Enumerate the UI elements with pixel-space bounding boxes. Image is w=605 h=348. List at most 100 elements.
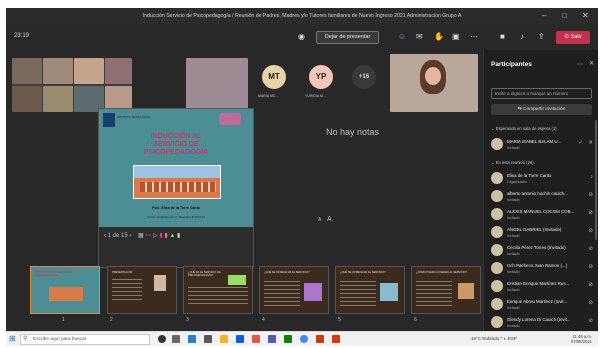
presenter-video[interactable]	[390, 54, 478, 112]
task-view-icon[interactable]	[172, 335, 180, 343]
explorer-icon[interactable]	[220, 335, 228, 343]
reactions-icon[interactable]: ✋	[434, 32, 444, 41]
thumbnail-image	[458, 283, 474, 299]
rooms-icon[interactable]: ▣	[452, 32, 460, 41]
video-tile[interactable]	[105, 58, 132, 84]
slide-thumbnail[interactable]: ¿QUÉ ES EL SERVICIO DE PSICOPEDAGOGÍA?	[183, 266, 253, 314]
lobby-participant[interactable]: MARIA ISABEL BALAM U... Invitado ✓ ✕	[491, 136, 595, 153]
leave-button[interactable]: ✆ Salir	[556, 31, 590, 44]
close-panel-icon[interactable]: ✕	[589, 60, 594, 67]
stop-presenting-button[interactable]: Dejar de presentar	[316, 31, 379, 44]
pen-icon[interactable]: ▮	[159, 233, 162, 239]
panel-scrollbar[interactable]	[595, 120, 597, 240]
window-title: Inducción Servicio de Psicopedagogía / R…	[142, 13, 462, 19]
eraser-icon[interactable]: ▲	[169, 233, 175, 239]
more-icon[interactable]: ⋯	[577, 61, 583, 68]
people-icon[interactable]: ☺	[398, 32, 406, 41]
avatar-label: YURIDIA M...	[305, 94, 326, 98]
slide-thumbnail[interactable]: ¿QUÉ SE OFRECE EN EL SERVICIO?	[335, 266, 405, 314]
participant-row[interactable]: Glendy Lorena Di Cauich (Invit... Invita…	[491, 314, 595, 331]
language-indicator[interactable]: ESP	[508, 336, 517, 341]
highlighter-icon[interactable]: ▮	[164, 233, 167, 239]
thumbnail-number: 3	[186, 317, 189, 323]
thumbnail-text	[416, 281, 452, 307]
more-options-icon[interactable]: ⋯	[145, 233, 151, 239]
video-tile-large[interactable]	[186, 58, 248, 110]
avatar	[491, 226, 503, 238]
app-icon[interactable]	[332, 335, 340, 343]
invite-input[interactable]: Invite a alguien o marque un número	[491, 88, 592, 99]
video-tile[interactable]	[12, 58, 42, 84]
participant-name: ANGEL GABRIEL (Invitado)	[507, 227, 562, 232]
maximize-icon[interactable]: □	[562, 11, 567, 20]
pointer-icon[interactable]: ▷	[153, 233, 158, 239]
xbox-icon[interactable]	[284, 335, 292, 343]
thumbnail-number: 6	[414, 317, 417, 323]
participant-row[interactable]: Cch Pacheco Juan Ramon (...) Invitado ⊘	[491, 260, 595, 277]
teams-icon[interactable]	[268, 335, 276, 343]
thumbnail-caption: ¿QUÉ SE OFRECE EN EL SERVICIO?	[340, 271, 386, 274]
avatar	[491, 208, 503, 220]
prev-slide-icon[interactable]: ‹	[104, 233, 106, 239]
participant-row[interactable]: Cecilia Pérez Torres (Invitado) Invitado…	[491, 242, 595, 259]
overflow-participants[interactable]: +16	[352, 65, 376, 89]
zoom-out-button[interactable]: A	[318, 217, 321, 223]
thumbnail-image	[380, 283, 398, 301]
camera-icon[interactable]: ■	[500, 32, 505, 41]
weather-text[interactable]: 19°C Nublado	[471, 336, 499, 341]
avatar-mt[interactable]: MT	[262, 65, 286, 89]
marker-icon[interactable]: ▮	[177, 233, 180, 239]
share-screen-icon[interactable]: ⇪	[538, 32, 545, 41]
search-icon: ⚲	[23, 336, 28, 342]
in-meeting-header[interactable]: ⌄ En esta reunión (26)	[491, 160, 534, 165]
participant-row[interactable]: Cristian Enrique Martínez Rus... Invitad…	[491, 278, 595, 295]
teams-window: Inducción Servicio de Psicopedagogía / R…	[6, 8, 598, 331]
close-icon[interactable]: ✕	[582, 11, 589, 20]
slide-preview[interactable]: INSTITUTO TECNOLÓGICO INDUCCIÓN AL SERVI…	[98, 108, 254, 268]
more-icon[interactable]: ⋯	[470, 32, 478, 41]
next-slide-icon[interactable]: ›	[129, 233, 131, 239]
slide-title-line: PSICOPEDAGOGÍA	[143, 149, 209, 156]
slide-counter: 1 de 15	[107, 233, 128, 239]
minimize-icon[interactable]: –	[542, 11, 546, 20]
mic-icon[interactable]: ♪	[520, 32, 524, 41]
lobby-header[interactable]: ⌄ Esperando en sala de espera (1)	[491, 126, 557, 131]
office-icon[interactable]	[252, 335, 260, 343]
video-tile[interactable]	[12, 86, 42, 112]
slide-thumbnail[interactable]: ¿CÓMO PUEDO ACCEDER AL SERVICIO?	[411, 266, 481, 314]
participant-row[interactable]: alberto antonio huchin cauich... Invitad…	[491, 188, 595, 205]
avatar-yp[interactable]: YP	[309, 65, 333, 89]
deny-icon[interactable]: ✕	[588, 140, 593, 146]
admit-icon[interactable]: ✓	[578, 140, 583, 146]
edge-icon[interactable]	[188, 335, 196, 343]
participant-row[interactable]: Elisa de la Torre Canto Organizador ♪	[491, 170, 595, 187]
participant-role: Invitado	[507, 252, 520, 256]
mail-icon[interactable]	[236, 335, 244, 343]
video-tile[interactable]	[74, 58, 104, 84]
windows-start-icon[interactable]: ⊞	[9, 334, 16, 343]
grid-view-icon[interactable]: ▦	[138, 233, 144, 239]
taskbar-search-input[interactable]: Escribe aquí para buscar	[20, 334, 150, 345]
slide-thumbnail[interactable]: PRESENTACIÓN	[107, 266, 177, 314]
share-invite-button[interactable]: ⇆ Compartir invitación	[491, 104, 592, 115]
cortana-icon[interactable]	[158, 335, 166, 343]
participant-row[interactable]: ANGEL GABRIEL (Invitado) Invitado ⊘	[491, 224, 595, 241]
slide-thumbnail[interactable]: INDUCCIÓN AL SERVICIO DE PSICOPEDAGOGÍA	[30, 266, 100, 314]
chrome-icon[interactable]	[300, 335, 308, 343]
participant-row[interactable]: Enrique Abreu Martinez (Invit... Invitad…	[491, 296, 595, 313]
video-tile[interactable]	[43, 86, 73, 112]
participant-row[interactable]: ALEXIS MANUEL COCOM COB... Invitado ⊘	[491, 206, 595, 223]
store-icon[interactable]	[204, 335, 212, 343]
taskbar-clock[interactable]: 11:49 a.m. 07/08/2021	[571, 334, 592, 344]
panel-title: Participantes	[491, 61, 532, 68]
meeting-toolbar: 23:19 ◉ Dejar de presentar ☺ ✉ ✋ ▣ ⋯ ■ ♪…	[6, 24, 598, 50]
zoom-in-button[interactable]: A	[327, 216, 332, 223]
chat-icon[interactable]: ✉	[416, 32, 423, 41]
mic-muted-icon: ⊘	[588, 318, 593, 324]
video-tile[interactable]	[43, 58, 73, 84]
logo-icon	[103, 113, 115, 127]
slide-thumbnail[interactable]: ¿QUÉ SE OFRECE EN EL SERVICIO?	[259, 266, 329, 314]
avatar	[491, 280, 503, 292]
eye-icon[interactable]: ◉	[298, 32, 305, 41]
powerpoint-icon[interactable]	[316, 335, 324, 343]
